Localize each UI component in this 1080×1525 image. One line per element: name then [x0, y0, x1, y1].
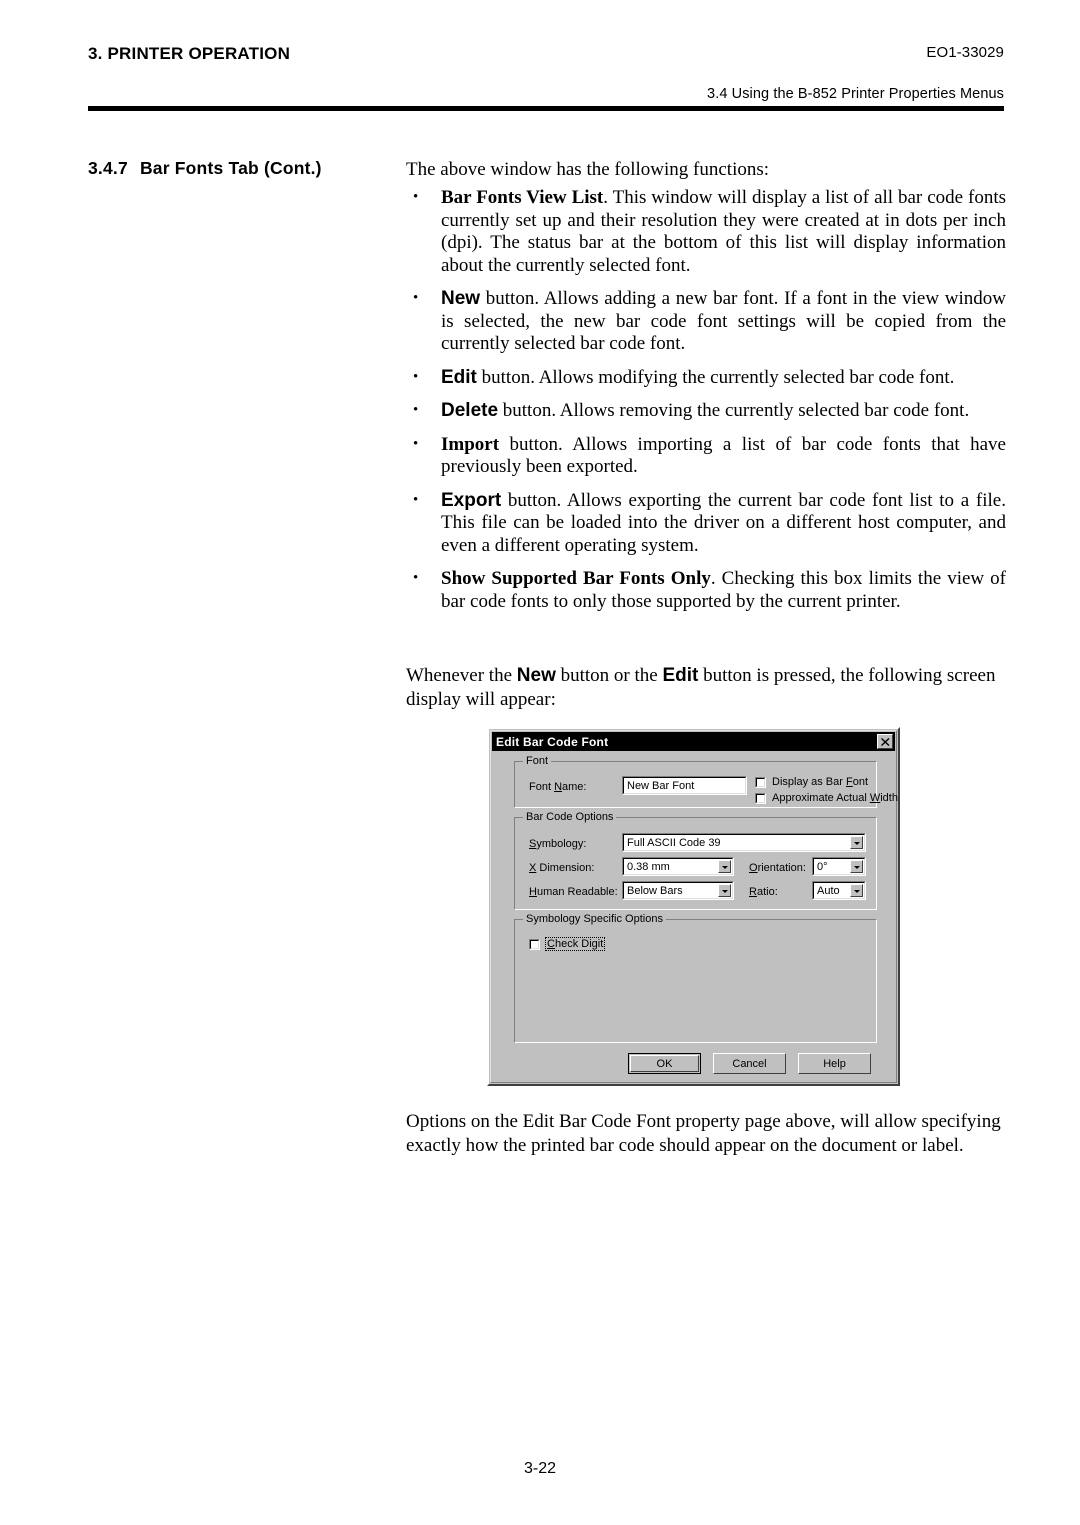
list-item: Edit button. Allows modifying the curren… — [406, 366, 1006, 390]
header-subtitle: 3.4 Using the B-852 Printer Properties M… — [707, 86, 1004, 102]
bullet-term: Bar Fonts View List — [441, 187, 604, 208]
list-item: Delete button. Allows removing the curre… — [406, 399, 1006, 423]
chevron-down-icon[interactable] — [718, 860, 731, 873]
symbology-specific-options-legend: Symbology Specific Options — [523, 913, 666, 925]
dialog-titlebar[interactable]: Edit Bar Code Font — [492, 732, 895, 751]
page-number: 3-22 — [523, 1460, 557, 1477]
whenever-paragraph: Whenever the New button or the Edit butt… — [406, 664, 1006, 712]
help-button[interactable]: Help — [798, 1053, 871, 1074]
font-name-label: Font Name: — [529, 781, 587, 793]
approximate-actual-width-label: Approximate Actual Width — [772, 792, 898, 804]
ok-button[interactable]: OK — [628, 1053, 701, 1074]
approximate-actual-width-checkbox[interactable]: Approximate Actual Width — [755, 792, 898, 804]
list-item: Show Supported Bar Fonts Only. Checking … — [406, 567, 1006, 613]
bullet-text: button. Allows adding a new bar font. If… — [441, 288, 1006, 354]
whenever-part2: button or the — [555, 665, 663, 686]
section-number: 3.4.7 — [88, 158, 128, 178]
document-code: EO1-33029 — [926, 44, 1004, 61]
bullet-term: Import — [441, 433, 500, 455]
check-digit-label: Check Digit — [544, 937, 606, 951]
list-item: New button. Allows adding a new bar font… — [406, 287, 1006, 356]
header-rule — [88, 106, 1004, 111]
font-name-value: New Bar Font — [623, 777, 746, 794]
options-paragraph: Options on the Edit Bar Code Font proper… — [406, 1111, 1001, 1156]
bullet-term: Show Supported Bar Fonts Only — [441, 568, 711, 589]
list-item: Bar Fonts View List. This window will di… — [406, 186, 1006, 277]
chevron-down-icon[interactable] — [850, 884, 863, 897]
chevron-down-icon[interactable] — [850, 860, 863, 873]
page-header: EO1-33029 3. PRINTER OPERATION 3.4 Using… — [88, 44, 1004, 102]
bullet-text: button. Allows exporting the current bar… — [441, 489, 1006, 556]
whenever-new-button-ref: New — [516, 665, 556, 686]
cancel-button[interactable]: Cancel — [713, 1053, 786, 1074]
ok-button-label: OK — [656, 1057, 673, 1070]
bullet-term: Export — [441, 489, 502, 511]
bullet-term: Delete — [441, 400, 499, 421]
help-button-label: Help — [823, 1057, 846, 1070]
list-item: Export button. Allows exporting the curr… — [406, 489, 1006, 558]
x-dimension-value: 0.38 mm — [623, 858, 733, 875]
symbology-value: Full ASCII Code 39 — [623, 834, 865, 851]
dialog-title: Edit Bar Code Font — [496, 734, 609, 749]
section-title: Bar Fonts Tab (Cont.) — [139, 158, 322, 178]
chevron-down-icon[interactable] — [718, 884, 731, 897]
close-icon[interactable] — [877, 734, 893, 749]
human-readable-value: Below Bars — [623, 882, 733, 899]
lead-paragraph: The above window has the following funct… — [406, 159, 770, 180]
page-footer: 3-22 — [0, 1460, 1080, 1478]
ratio-combobox[interactable]: Auto — [812, 881, 866, 900]
check-digit-checkbox[interactable]: Check Digit — [529, 937, 606, 951]
chevron-down-icon[interactable] — [850, 836, 863, 849]
display-as-bar-font-checkbox[interactable]: Display as Bar Font — [755, 776, 868, 788]
bullet-text: button. Allows removing the currently se… — [498, 400, 970, 421]
chapter-title: 3. PRINTER OPERATION — [88, 44, 291, 63]
symbology-label: Symbology: — [529, 838, 587, 850]
ratio-label: Ratio: — [749, 886, 778, 898]
body-column: The above window has the following funct… — [406, 158, 1006, 624]
bullet-text: button. Allows importing a list of bar c… — [441, 433, 1006, 478]
bar-code-options-groupbox: Bar Code Options Symbology: Full ASCII C… — [514, 811, 877, 910]
font-groupbox: Font Font Name: New Bar Font Display as … — [514, 755, 898, 808]
symbology-combobox[interactable]: Full ASCII Code 39 — [622, 833, 866, 852]
symbology-specific-options-groupbox: Symbology Specific Options Check Digit — [514, 913, 877, 1043]
orientation-combobox[interactable]: 0° — [812, 857, 866, 876]
cancel-button-label: Cancel — [732, 1057, 767, 1070]
close-glyph — [881, 738, 890, 746]
human-readable-combobox[interactable]: Below Bars — [622, 881, 734, 900]
checkbox-box — [529, 938, 540, 950]
orientation-label: Orientation: — [749, 862, 806, 874]
function-bullet-list: Bar Fonts View List. This window will di… — [406, 186, 1006, 613]
edit-bar-code-font-dialog[interactable]: Edit Bar Code Font Font Font Name: New B… — [487, 727, 900, 1086]
checkbox-box — [755, 792, 766, 804]
display-as-bar-font-label: Display as Bar Font — [772, 776, 869, 788]
whenever-edit-button-ref: Edit — [662, 665, 699, 686]
section-heading: 3.4.7 Bar Fonts Tab (Cont.) — [88, 158, 388, 179]
checkbox-box — [755, 776, 766, 788]
whenever-part1: Whenever the — [406, 665, 517, 686]
bar-code-options-legend: Bar Code Options — [523, 811, 617, 823]
human-readable-label: Human Readable: — [529, 886, 618, 898]
whenever-paragraph-block: Whenever the New button or the Edit butt… — [406, 664, 1006, 718]
font-group-legend: Font — [523, 755, 552, 767]
bullet-term: New — [441, 288, 481, 309]
x-dimension-combobox[interactable]: 0.38 mm — [622, 857, 734, 876]
bullet-term: Edit — [441, 366, 477, 388]
options-paragraph-block: Options on the Edit Bar Code Font proper… — [406, 1110, 1006, 1164]
x-dimension-label: X Dimension: — [529, 862, 595, 874]
font-name-input[interactable]: New Bar Font — [622, 776, 747, 795]
list-item: Import button. Allows importing a list o… — [406, 433, 1006, 479]
bullet-text: button. Allows modifying the currently s… — [476, 366, 955, 388]
